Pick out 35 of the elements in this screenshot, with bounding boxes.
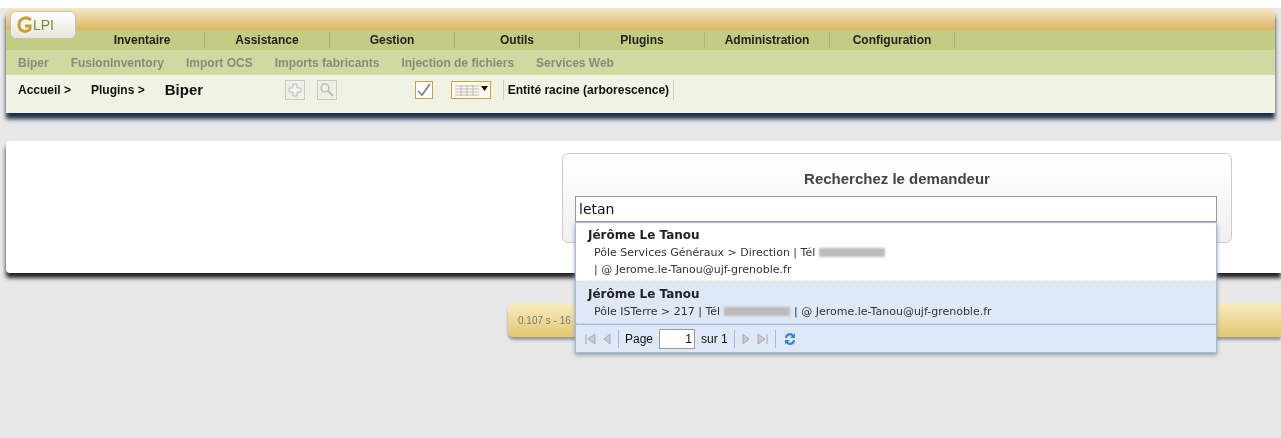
result-name: Jérôme Le Tanou xyxy=(588,227,701,244)
previous-page-icon[interactable] xyxy=(602,332,612,345)
result-email: | @ Jerome.le-Tanou@ujf-grenoble.fr xyxy=(794,304,992,320)
footer-timing: 0.107 s - 16 xyxy=(518,313,571,328)
menu-item[interactable]: Assistance xyxy=(205,31,329,49)
result-details: Pôle ISTerre > 217 | Tél xyxy=(594,304,721,320)
breadcrumb-link[interactable]: Plugins > xyxy=(91,81,145,99)
result-email: | @ Jerome.le-Tanou@ujf-grenoble.fr xyxy=(594,262,792,278)
entity-label: Entité racine (arborescence) xyxy=(507,82,670,99)
logo-text: LPI xyxy=(33,18,54,32)
first-page-icon[interactable] xyxy=(584,332,596,345)
logo-swirl-icon xyxy=(17,16,33,34)
menu-item[interactable]: Gestion xyxy=(330,31,454,49)
redacted-phone xyxy=(819,248,886,257)
card-title: Recherchez le demandeur xyxy=(804,169,990,189)
menu-item[interactable]: Inventaire xyxy=(80,31,204,49)
menu-item[interactable]: Outils xyxy=(455,31,579,49)
result-item[interactable]: Jérôme Le Tanou Pôle ISTerre > 217 | Tél | @ Jerome.le-Tanou@ujf-grenoble.fr xyxy=(576,282,1216,324)
page-title: Biper xyxy=(164,79,205,100)
menu-item[interactable]: Configuration xyxy=(830,31,954,49)
checkmark-icon[interactable] xyxy=(414,81,433,99)
last-page-icon[interactable] xyxy=(756,332,769,345)
redacted-phone xyxy=(724,307,791,316)
table-view-icon[interactable] xyxy=(450,81,491,99)
page-number-field[interactable]: 1 xyxy=(659,328,696,349)
result-name: Jérôme Le Tanou xyxy=(588,286,701,303)
page-label: Page xyxy=(625,330,654,348)
next-page-icon[interactable] xyxy=(740,332,751,345)
result-item[interactable]: Jérôme Le Tanou Pôle Services Généraux > Direction | Tél | @ Jerome.le-Tanou@ujf-grenoble.fr xyxy=(576,223,1216,282)
result-details: Pôle Services Généraux > Direction | Tél xyxy=(594,245,816,261)
breadcrumb-link[interactable]: Accueil > xyxy=(18,81,72,99)
search-field[interactable]: letan xyxy=(575,196,1217,222)
page-count: sur 1 xyxy=(701,330,728,348)
menu-item[interactable]: Plugins xyxy=(580,31,704,49)
menu-item[interactable]: Administration xyxy=(705,31,829,49)
